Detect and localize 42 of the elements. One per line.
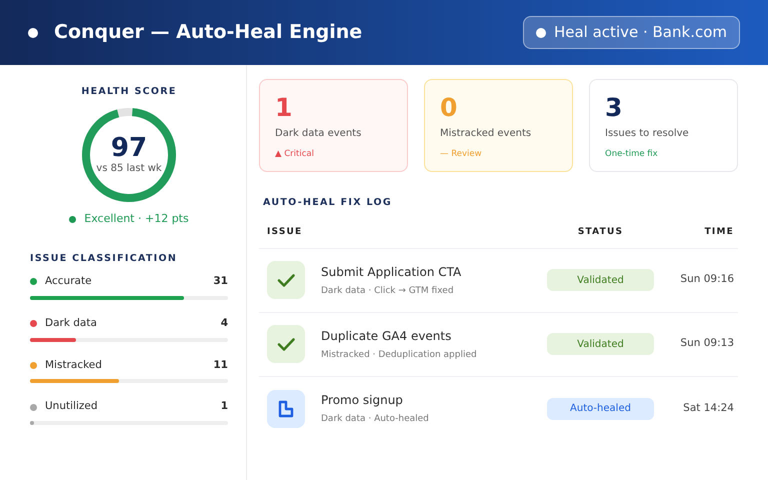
category-label: Accurate <box>45 274 93 289</box>
stat-note: ▲ Critical <box>275 148 315 160</box>
category-count: 1 <box>220 399 228 414</box>
rating-dot <box>69 216 76 223</box>
column-header: ISSUE <box>266 226 304 240</box>
issue-detail: Dark data · Auto-healed <box>321 413 430 426</box>
stat-note: — Review <box>440 148 483 160</box>
status-pill: Auto-healed <box>547 398 654 420</box>
stat-value: 3 <box>605 94 624 122</box>
category-count: 4 <box>220 316 228 331</box>
app-title: Conquer — Auto-Heal Engine <box>54 20 362 46</box>
rating-text: Excellent · +12 pts <box>84 211 189 228</box>
status-badge: Heal active · Bank.com <box>522 16 740 49</box>
issue-detail: Dark data · Click → GTM fixed <box>321 284 455 298</box>
issue-detail: Mistracked · Deduplication applied <box>321 348 478 362</box>
category-count: 11 <box>213 358 228 372</box>
section-title: ISSUE CLASSIFICATION <box>30 252 178 266</box>
status-pill: Validated <box>547 269 654 292</box>
section-title: HEALTH SCORE <box>80 85 178 99</box>
stat-label: Dark data events <box>275 126 362 140</box>
category-label: Unutilized <box>45 399 98 414</box>
issue-title: Promo signup <box>321 392 404 409</box>
health-score: 97 <box>110 134 148 161</box>
category-count: 31 <box>213 274 228 289</box>
stat-note: One-time fix <box>605 148 659 160</box>
column-header: TIME <box>704 226 734 240</box>
time-text: Sun 09:13 <box>679 336 734 352</box>
column-header: STATUS <box>576 226 624 240</box>
stat-value: 0 <box>440 94 458 122</box>
time-text: Sat 14:24 <box>682 400 734 416</box>
category-label: Dark data <box>45 316 98 331</box>
section-title: AUTO-HEAL FIX LOG <box>263 196 393 210</box>
status-pill: Validated <box>547 333 654 356</box>
issue-title: Submit Application CTA <box>321 264 462 280</box>
category-label: Mistracked <box>45 358 103 372</box>
score-comparison: vs 85 last wk <box>96 162 162 176</box>
time-text: Sun 09:16 <box>679 272 734 288</box>
issue-title: Duplicate GA4 events <box>321 328 452 344</box>
stat-label: Issues to resolve <box>605 126 690 140</box>
stat-label: Mistracked events <box>440 126 532 140</box>
status-dot <box>28 28 38 38</box>
stat-value: 1 <box>275 94 294 122</box>
